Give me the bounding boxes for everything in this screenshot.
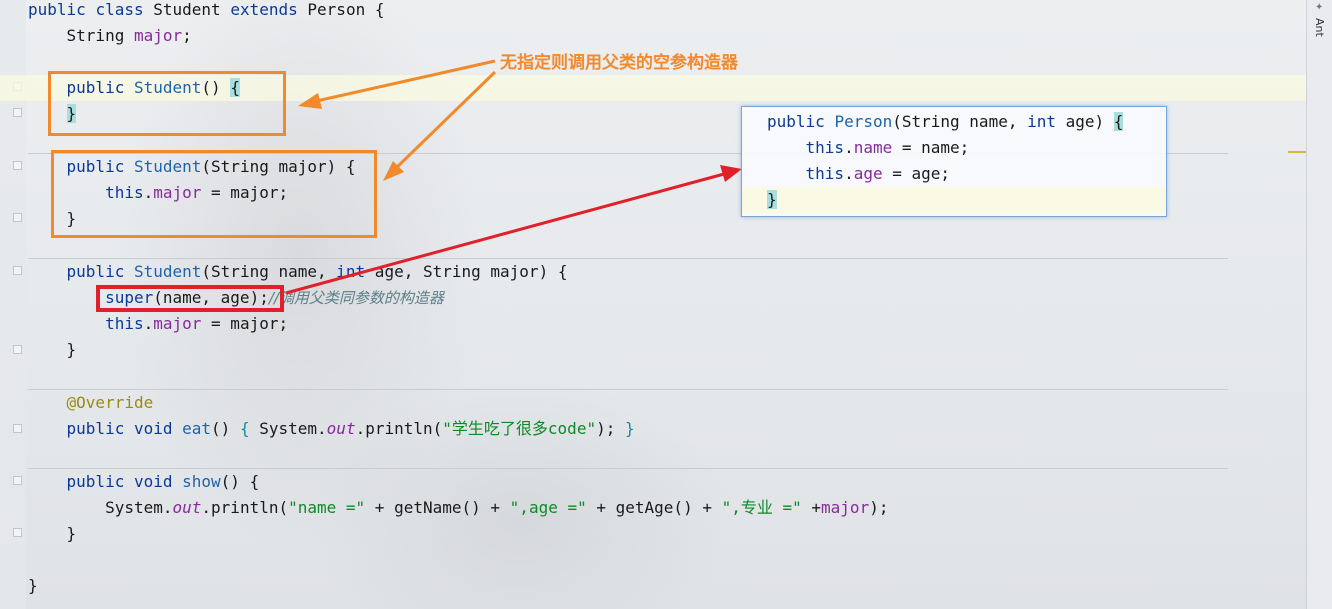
- arrow-to-popup: [285, 172, 725, 295]
- annotation-arrows: [285, 59, 742, 295]
- ant-icon[interactable]: ✦: [1315, 2, 1323, 13]
- right-tool-strip: ✦ Ant: [1306, 0, 1332, 609]
- popup-line-ctor: public Person(String name, int age) {: [767, 112, 1124, 131]
- popup-line-age: this.age = age;: [805, 164, 951, 183]
- popup-line-close: }: [767, 190, 777, 209]
- person-ctor-popup[interactable]: public Person(String name, int age) { th…: [741, 106, 1167, 217]
- popup-line-highlight: [742, 187, 1166, 213]
- popup-line-name: this.name = name;: [805, 138, 970, 157]
- arrowhead-default-ctor: [298, 93, 322, 109]
- scrollbar-marker[interactable]: [1288, 151, 1306, 153]
- arrow-to-default-ctor: [311, 59, 496, 104]
- arrow-to-major-ctor: [392, 70, 497, 172]
- ant-tool-tab[interactable]: Ant: [1313, 18, 1326, 37]
- arrowhead-popup: [720, 165, 742, 182]
- code-editor[interactable]: public class Student extends Person { St…: [0, 0, 1306, 609]
